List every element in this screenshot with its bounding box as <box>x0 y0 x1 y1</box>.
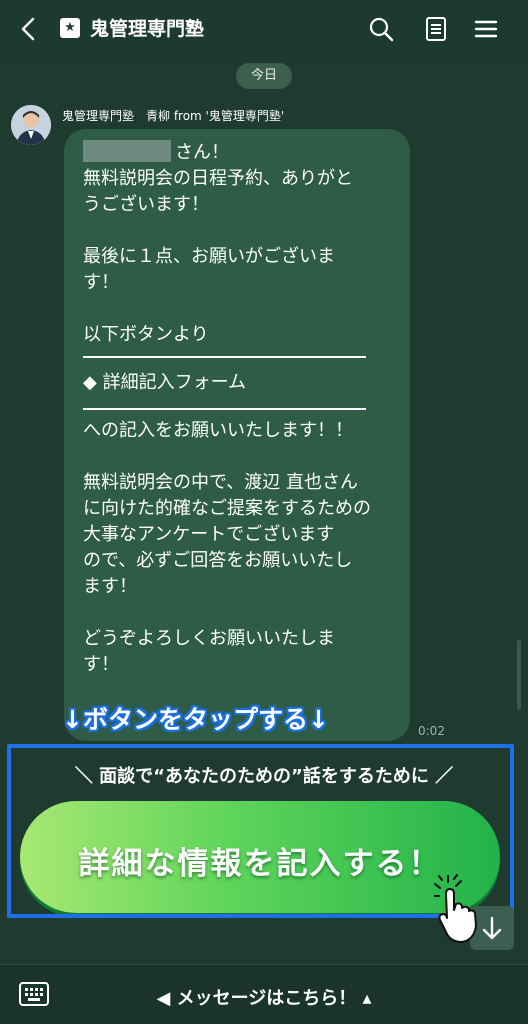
message-line: ので、必ずご回答をお願いいたし <box>83 550 353 571</box>
message-line <box>83 348 398 362</box>
tap-instruction-caption: ↓ボタンをタップする↓ <box>62 705 329 734</box>
divider-top <box>83 356 366 358</box>
notes-icon[interactable] <box>421 14 451 44</box>
header-bar: ★ 鬼管理専門塾 <box>0 0 528 58</box>
message-line: す！ <box>83 654 119 675</box>
message-line: す！ <box>83 272 119 293</box>
message-line: 最後に１点、お願いがございま <box>83 246 335 267</box>
message-line: うございます！ <box>83 194 209 215</box>
message-line: 無料説明会の日程予約、ありがと <box>83 168 353 189</box>
back-arrow-icon[interactable] <box>14 14 44 44</box>
pointing-hand-icon <box>434 874 477 943</box>
message-line <box>83 296 398 322</box>
scrollbar[interactable] <box>517 640 521 710</box>
form-line: ◆ 詳細記入フォーム <box>83 372 247 393</box>
message-line <box>83 444 398 470</box>
avatar-person-icon <box>11 105 51 145</box>
date-chip: 今日 <box>236 63 292 89</box>
menu-icon[interactable] <box>471 14 501 44</box>
message-line <box>83 218 398 244</box>
message-line: さん！ <box>83 140 398 166</box>
divider-bottom <box>83 408 366 410</box>
search-icon[interactable] <box>366 14 396 44</box>
message-line: ます！ <box>83 576 137 597</box>
chat-title: 鬼管理専門塾 <box>90 18 205 40</box>
message-line: に向けた的確なご提案をするための <box>83 498 371 519</box>
message-line: 無料説明会の中で、渡辺 直也さん <box>83 472 359 493</box>
rich-menu-toggle[interactable]: ◀ メッセージはこちら！ ▴ <box>0 984 528 1010</box>
message-line <box>83 600 398 626</box>
message-line: どうぞよろしくお願いいたしま <box>83 628 335 649</box>
message-line: への記入をお願いいたします！！ <box>83 420 353 441</box>
message-line: 以下ボタンより <box>83 324 209 345</box>
redacted-name <box>83 140 171 162</box>
sender-avatar[interactable] <box>11 105 51 145</box>
account-star-icon: ★ <box>60 18 80 38</box>
sender-name: 鬼管理専門塾 青柳 from '鬼管理専門塾' <box>62 109 285 123</box>
message-line: 大事なアンケートでございます <box>83 524 335 545</box>
message-time: 0:02 <box>418 724 445 738</box>
